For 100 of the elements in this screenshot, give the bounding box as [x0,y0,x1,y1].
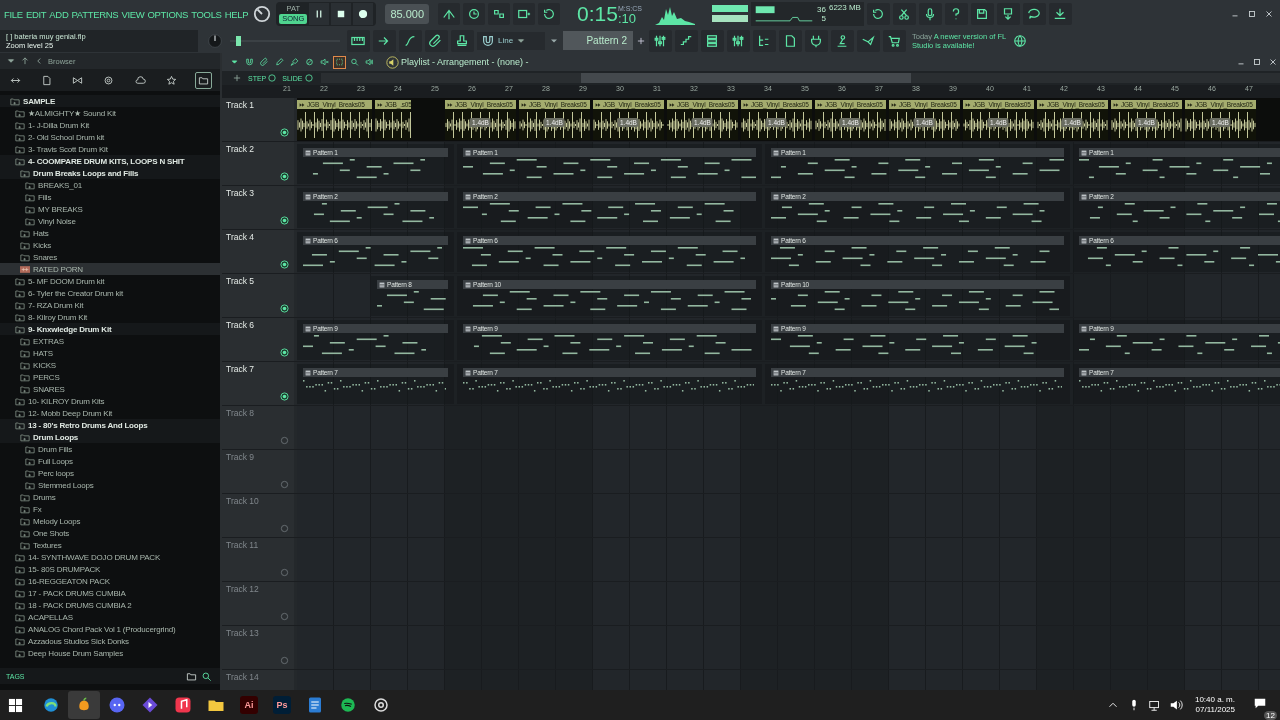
track-header[interactable]: Track 5 [222,274,294,317]
browser-item[interactable]: 9- Knxwledge Drum Kit [0,323,220,335]
track-header[interactable]: Track 4 [222,230,294,273]
menu-item[interactable]: OPTIONS [147,8,189,20]
track-name: Track 8 [226,408,255,418]
track-header[interactable]: Track 3 [222,186,294,229]
menu-item[interactable]: PATTERNS [71,8,119,20]
track-header[interactable]: Track 14 [222,670,294,690]
browser-item[interactable]: KICKS [0,359,220,371]
browser-item[interactable]: ACAPELLAS [0,611,220,623]
browser-item[interactable]: 15- 80S DRUMPACK [0,563,220,575]
item-label: Drum Loops [33,432,79,442]
memory-reading: 6223 MB [828,3,861,12]
browser-item[interactable]: Drums [0,491,220,503]
browser-item[interactable]: Stemmed Loops [0,479,220,491]
clock-time[interactable]: 10:40 a. m. [1194,694,1235,705]
cpu-reading: 36 [817,5,826,14]
clock-date[interactable]: 07/11/2025 [1195,705,1235,716]
pattern-selector[interactable]: Pattern 2 [563,31,633,50]
item-label: EXTRAS [33,336,64,346]
browser-item[interactable]: Vinyl Noise [0,215,220,227]
browser-item[interactable]: Hats [0,227,220,239]
menu-item[interactable]: EDIT [25,8,47,20]
track-name: Track 13 [226,628,259,638]
browser-item[interactable]: ANALOG Chord Pack Vol 1 (Producergrind) [0,623,220,635]
menu-item[interactable]: TOOLS [191,8,222,20]
browser-item[interactable]: Kicks [0,239,220,251]
browser-item[interactable]: ★ALMIGHTY★ Sound Kit [0,107,220,119]
browser-item[interactable]: Deep House Drum Samples [0,647,220,659]
browser-item[interactable]: 10- KILROY Drum Kits [0,395,220,407]
browser-item[interactable]: Fx [0,503,220,515]
track-header[interactable]: Track 10 [222,494,294,537]
track-header[interactable]: Track 7 [222,362,294,405]
browser-item[interactable]: PERCS [0,371,220,383]
browser-item[interactable]: BREAKS_01 [0,179,220,191]
menu-item[interactable]: VIEW [121,8,145,20]
track-header[interactable]: Track 12 [222,582,294,625]
browser-item[interactable]: 6- Tyler the Creator Drum kit [0,287,220,299]
taskbar-app-button[interactable]: Ps [266,691,298,719]
menu-item[interactable]: ADD [49,8,69,20]
browser-item[interactable]: Textures [0,539,220,551]
browser-item[interactable]: SAMPLE [0,95,220,107]
browser-item[interactable]: 3- Travis Scott Drum Kit [0,143,220,155]
track-name: Track 3 [226,188,255,198]
menu-item[interactable]: FILE [4,8,23,20]
browser-item[interactable]: 2- Old School Drum kit [0,131,220,143]
item-label: Full Loops [38,456,73,466]
browser-item[interactable]: 4- COOMPARE DRUM KITS, LOOPS N SHIT [0,155,220,167]
browser-item[interactable]: 8- Kilroy Drum Kit [0,311,220,323]
snap-dropdown[interactable]: Line [477,31,545,50]
track-header[interactable]: Track 13 [222,626,294,669]
browser-item[interactable]: 12- Mobb Deep Drum Kit [0,407,220,419]
browser-item[interactable]: 5- MF DOOM Drum kit [0,275,220,287]
taskbar-app-button[interactable]: Ai [233,691,265,719]
browser-item[interactable]: One Shots [0,527,220,539]
track-header[interactable]: Track 11 [222,538,294,581]
browser-item[interactable]: Azzadous Studios Sick Donks [0,635,220,647]
item-label: 16-REGGEATON PACK [28,576,110,586]
track-header[interactable]: Track 1 [222,98,294,141]
browser-item[interactable]: MY BREAKS [0,203,220,215]
browser-item[interactable]: Fills [0,191,220,203]
item-label: Fills [38,192,52,202]
browser-item[interactable]: Drum Fills [0,443,220,455]
item-label: 12- Mobb Deep Drum Kit [28,408,113,418]
item-label: 14- SYNTHWAVE DOJO DRUM PACK [28,552,161,562]
item-label: 7- RZA Drum Kit [28,300,84,310]
track-name: Track 9 [226,452,255,462]
browser-item[interactable]: HATS [0,347,220,359]
browser-item[interactable]: 13 - 80's Retro Drums And Loops [0,419,220,431]
item-label: 18 - PACK DRUMS CUMBIA 2 [28,600,132,610]
item-label: Perc loops [38,468,74,478]
track-header[interactable]: Track 6 [222,318,294,361]
track-name: Track 11 [226,540,259,550]
track-header[interactable]: Track 9 [222,450,294,493]
browser-item[interactable]: 14- SYNTHWAVE DOJO DRUM PACK [0,551,220,563]
browser-item[interactable]: Melody Loops [0,515,220,527]
menu-item[interactable]: HELP [224,8,249,20]
browser-item[interactable]: 16-REGGEATON PACK [0,575,220,587]
browser-item[interactable]: SNARES [0,383,220,395]
browser-item[interactable]: Perc loops [0,467,220,479]
browser-item[interactable]: EXTRAS [0,335,220,347]
browser-item[interactable]: Drum Breaks Loops and Fills [0,167,220,179]
browser-item[interactable]: 18 - PACK DRUMS CUMBIA 2 [0,599,220,611]
item-label: Deep House Drum Samples [28,648,123,658]
browser-item[interactable]: 1- J-Dilla Drum Kit [0,119,220,131]
browser-item[interactable]: 7- RZA Drum Kit [0,299,220,311]
playlist-title[interactable]: Playlist - Arrangement - (none) - [401,57,529,67]
track-name: Track 10 [226,496,259,506]
track-header[interactable]: Track 8 [222,406,294,449]
browser-item[interactable]: 17 - PACK DRUMS CUMBIA [0,587,220,599]
browser-item[interactable]: Full Loops [0,455,220,467]
browser-item[interactable]: Drum Loops [0,431,220,443]
item-label: SAMPLE [23,96,56,106]
browser-item[interactable]: RATED PORN [0,263,220,275]
browser-item[interactable]: Snares [0,251,220,263]
track-header[interactable]: Track 2 [222,142,294,185]
item-label: 13 - 80's Retro Drums And Loops [28,420,148,430]
item-label: 6- Tyler the Creator Drum kit [28,288,123,298]
tempo-field[interactable]: 85.000 [385,4,430,24]
item-label: 4- COOMPARE DRUM KITS, LOOPS N SHIT [28,156,185,166]
